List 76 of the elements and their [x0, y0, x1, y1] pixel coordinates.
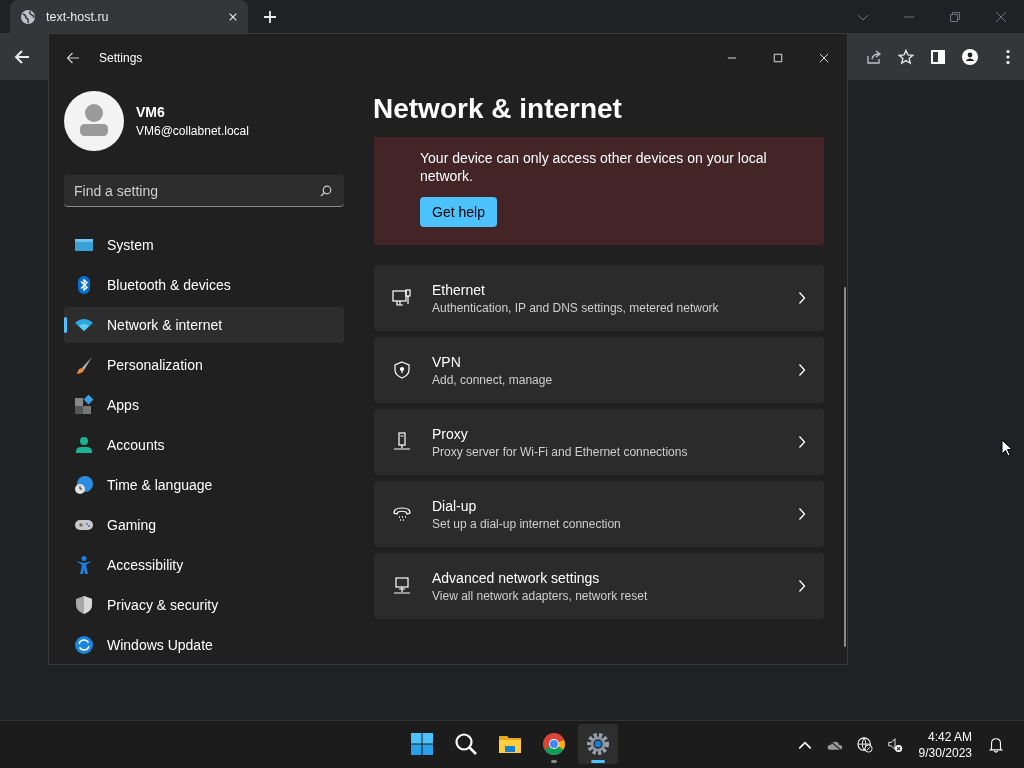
nav-item[interactable]: Apps: [64, 387, 344, 423]
chrome-icon: [542, 732, 566, 756]
item-subtitle: Proxy server for Wi-Fi and Ethernet connections: [432, 444, 689, 459]
globe-icon[interactable]: [856, 736, 873, 753]
user-email: VM6@collabnet.local: [136, 124, 249, 138]
accounts-nav-icon: [74, 435, 94, 455]
star-icon[interactable]: [898, 48, 914, 65]
accessibility-nav-icon: [74, 555, 94, 575]
settings-item[interactable]: VPN Add, connect, manage: [374, 337, 824, 403]
item-title: Ethernet: [432, 281, 486, 298]
chevron-right-icon: [798, 579, 806, 593]
nav-item[interactable]: Gaming: [64, 507, 344, 543]
chevron-right-icon: [798, 363, 806, 377]
ethernet-item-icon: [392, 288, 412, 308]
proxy-item-icon: [392, 432, 412, 452]
vpn-item-icon: [392, 360, 412, 380]
window-title: Settings: [99, 50, 143, 65]
item-title: VPN: [432, 353, 462, 370]
speaker-muted-icon[interactable]: [886, 736, 903, 753]
chevron-right-icon: [798, 435, 806, 449]
search-icon: [454, 732, 478, 756]
nav-item[interactable]: Personalization: [64, 347, 344, 383]
settings-icon: [586, 732, 610, 756]
side-panel-icon[interactable]: [930, 48, 946, 65]
bell-icon[interactable]: [988, 736, 1004, 753]
item-title: Dial-up: [432, 497, 478, 514]
nav-item[interactable]: Time & language: [64, 467, 344, 503]
search-field[interactable]: Find a setting: [64, 175, 344, 207]
mouse-cursor-icon: [1001, 439, 1013, 457]
chevron-right-icon: [798, 507, 806, 521]
item-subtitle: Authentication, IP and DNS settings, metered network: [432, 300, 720, 315]
get-help-button[interactable]: Get help: [420, 197, 497, 227]
apps-nav-icon: [74, 395, 94, 415]
profile-icon[interactable]: [962, 48, 978, 65]
nav-item[interactable]: Network & internet: [64, 307, 344, 343]
settings-taskbar-button[interactable]: [578, 724, 618, 764]
settings-item[interactable]: Ethernet Authentication, IP and DNS settings, metered network: [374, 265, 824, 331]
time-nav-icon: [74, 475, 94, 495]
nav-item[interactable]: Accessibility: [64, 547, 344, 583]
item-title: Advanced network settings: [432, 569, 601, 586]
advanced-item-icon: [392, 576, 412, 596]
item-subtitle: View all network adapters, network reset: [432, 588, 649, 603]
menu-icon[interactable]: [1006, 48, 1010, 65]
alert-message: Your device can only access other devices on your local network.: [420, 149, 768, 185]
clock-time: 4:42 AM: [927, 728, 972, 745]
back-arrow-icon[interactable]: [66, 50, 80, 65]
page-title: Network & internet: [372, 92, 623, 126]
user-name: VM6: [136, 104, 166, 120]
item-subtitle: Set up a dial-up internet connection: [432, 516, 622, 531]
tab-title: text-host.ru: [46, 9, 110, 24]
settings-item[interactable]: Proxy Proxy server for Wi-Fi and Ethernet connections: [374, 409, 824, 475]
item-title: Proxy: [432, 425, 469, 442]
nav-item[interactable]: Windows Update: [64, 627, 344, 663]
nav-item[interactable]: Bluetooth & devices: [64, 267, 344, 303]
nav-item[interactable]: Privacy & security: [64, 587, 344, 623]
browser-tab[interactable]: text-host.ru: [10, 0, 248, 33]
share-icon[interactable]: [866, 48, 882, 65]
nav-item[interactable]: Accounts: [64, 427, 344, 463]
dialup-item-icon: [392, 504, 412, 524]
back-arrow-icon[interactable]: [14, 48, 30, 65]
restore-icon[interactable]: [949, 10, 961, 23]
settings-item[interactable]: Advanced network settings View all network adapters, network reset: [374, 553, 824, 619]
start-icon: [410, 732, 434, 756]
update-nav-icon: [74, 635, 94, 655]
privacy-nav-icon: [74, 595, 94, 615]
chevron-right-icon: [798, 291, 806, 305]
scrollbar[interactable]: [844, 287, 846, 647]
new-tab-icon[interactable]: [263, 9, 277, 24]
globe-icon: [20, 8, 36, 25]
nav-item[interactable]: System: [64, 227, 344, 263]
item-subtitle: Add, connect, manage: [432, 372, 554, 387]
search-icon: [320, 185, 332, 197]
clock-date: 9/30/2023: [918, 744, 972, 761]
avatar-icon: [64, 91, 124, 151]
settings-item[interactable]: Dial-up Set up a dial-up internet connection: [374, 481, 824, 547]
maximize-icon[interactable]: [773, 52, 783, 63]
